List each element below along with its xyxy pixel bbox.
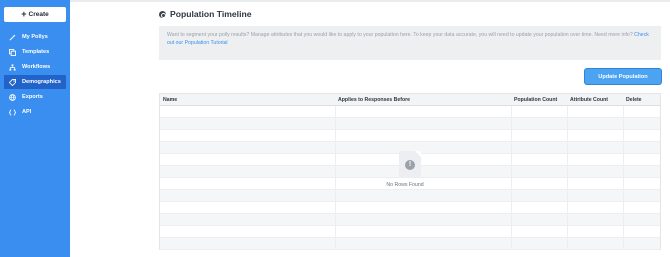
table-header: Name Applies to Responses Before Populat…	[160, 94, 660, 106]
sidebar-item-label: API	[22, 109, 32, 115]
api-icon	[8, 108, 16, 116]
empty-document-icon: !	[399, 151, 421, 177]
exclamation-icon: !	[405, 160, 415, 170]
sidebar-item-exports[interactable]: Exports	[4, 90, 66, 104]
create-button[interactable]: + Create	[4, 7, 66, 22]
templates-icon	[8, 48, 16, 56]
sidebar-item-label: Templates	[22, 49, 50, 55]
table-row	[160, 202, 660, 214]
exports-icon	[8, 93, 16, 101]
column-header-name[interactable]: Name	[163, 94, 177, 106]
page-header: Population Timeline	[159, 9, 252, 19]
sidebar: + Create My Pollys Templates Workflows D…	[0, 0, 70, 257]
table-row	[160, 118, 660, 130]
table-row	[160, 190, 660, 202]
create-button-label: Create	[28, 11, 49, 18]
empty-state: ! No Rows Found	[386, 151, 430, 188]
sidebar-item-demographics[interactable]: Demographics	[4, 75, 66, 89]
table-row	[160, 106, 660, 118]
info-text: Want to segment your polly results? Mana…	[167, 32, 633, 38]
page-title: Population Timeline	[170, 9, 252, 19]
plus-icon: +	[21, 9, 27, 19]
column-divider	[335, 106, 336, 249]
sidebar-item-api[interactable]: API	[4, 105, 66, 119]
empty-message: No Rows Found	[386, 182, 424, 188]
info-paragraph: Want to segment your polly results? Mana…	[167, 31, 653, 47]
sidebar-item-label: Demographics	[22, 79, 61, 85]
column-header-applies-before[interactable]: Applies to Responses Before	[338, 94, 410, 106]
magic-wand-icon	[8, 33, 16, 41]
sidebar-item-workflows[interactable]: Workflows	[4, 60, 66, 74]
table-row	[160, 226, 660, 238]
column-header-delete[interactable]: Delete	[626, 94, 642, 106]
table-row	[160, 214, 660, 226]
table-row	[160, 130, 660, 142]
update-population-label: Update Population	[598, 73, 648, 80]
sidebar-item-label: Exports	[22, 94, 43, 100]
sidebar-item-label: Workflows	[22, 64, 51, 70]
demographics-icon	[8, 78, 16, 86]
sidebar-item-my-pollys[interactable]: My Pollys	[4, 30, 66, 44]
sidebar-item-templates[interactable]: Templates	[4, 45, 66, 59]
info-panel: Want to segment your polly results? Mana…	[159, 26, 661, 60]
top-border	[70, 0, 670, 2]
sidebar-nav: My Pollys Templates Workflows Demographi…	[4, 30, 66, 120]
column-header-attribute-count[interactable]: Attribute Count	[570, 94, 608, 106]
update-population-button[interactable]: Update Population	[585, 69, 661, 84]
population-table: Name Applies to Responses Before Populat…	[159, 93, 661, 250]
table-row	[160, 238, 660, 250]
sidebar-item-label: My Pollys	[22, 34, 48, 40]
column-divider	[511, 106, 512, 249]
workflow-icon	[8, 63, 16, 71]
population-icon	[159, 10, 166, 18]
column-header-population-count[interactable]: Population Count	[514, 94, 557, 106]
column-divider	[567, 106, 568, 249]
column-divider	[623, 106, 624, 249]
